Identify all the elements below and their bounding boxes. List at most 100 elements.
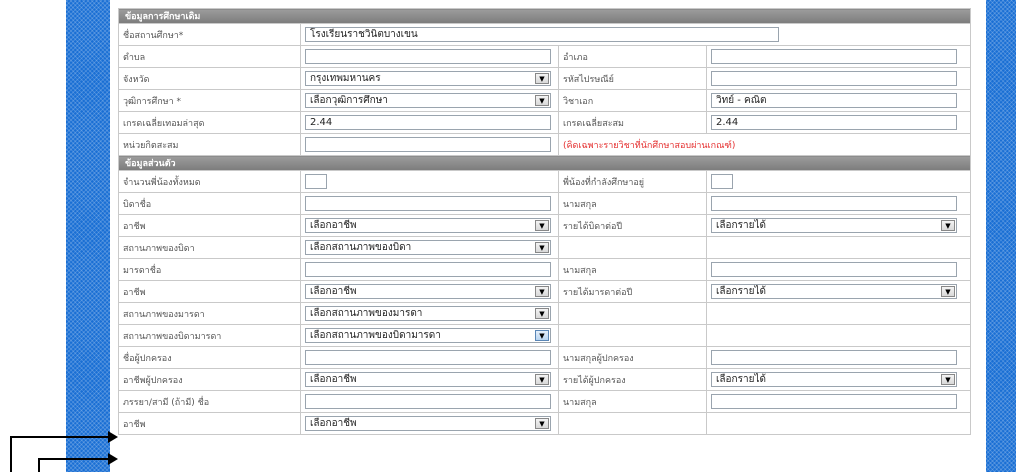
district-label: อำเภอ — [558, 45, 707, 68]
row-siblings: จำนวนพี่น้องทั้งหมด พี่น้องที่กำลังศึกษา… — [118, 170, 972, 193]
father-surname-label: นามสกุล — [558, 192, 707, 215]
school-name-input[interactable] — [305, 27, 779, 42]
father-occupation-select[interactable]: เลือกอาชีพ ▼ — [305, 218, 551, 233]
guardian-surname-label: นามสกุลผู้ปกครอง — [558, 346, 707, 369]
mother-income-select[interactable]: เลือกรายได้ ▼ — [711, 284, 957, 299]
father-occupation-select-value: เลือกอาชีพ — [310, 220, 357, 231]
father-surname-input[interactable] — [711, 196, 957, 211]
siblings-total-label: จำนวนพี่น้องทั้งหมด — [118, 170, 301, 193]
guardian-name-label: ชื่อผู้ปกครอง — [118, 346, 301, 369]
row-father-status: สถานภาพของบิดา เลือกสถานภาพของบิดา ▼ — [118, 236, 972, 259]
guardian-income-select[interactable]: เลือกรายได้ ▼ — [711, 372, 957, 387]
mother-occupation-select[interactable]: เลือกอาชีพ ▼ — [305, 284, 551, 299]
section-header-education: ข้อมูลการศึกษาเดิม — [117, 8, 972, 24]
mother-surname-label: นามสกุล — [558, 258, 707, 281]
subdistrict-label: ตำบล — [118, 45, 301, 68]
guardian-occupation-select-value: เลือกอาชีพ — [310, 374, 357, 385]
province-select[interactable]: กรุงเทพมหานคร ▼ — [305, 71, 551, 86]
mother-status-select[interactable]: เลือกสถานภาพของมารดา ▼ — [305, 306, 551, 321]
father-income-select[interactable]: เลือกรายได้ ▼ — [711, 218, 957, 233]
mother-occupation-select-value: เลือกอาชีพ — [310, 286, 357, 297]
major-input[interactable] — [711, 93, 957, 108]
parents-status-select[interactable]: เลือกสถานภาพของบิดามารดา ▼ — [305, 328, 551, 343]
siblings-total-input[interactable] — [305, 174, 327, 189]
row-mother-name: มารดาชื่อ นามสกุล — [118, 258, 972, 281]
row-father-occupation: อาชีพ เลือกอาชีพ ▼ รายได้บิดาต่อปี เลือก… — [118, 214, 972, 237]
district-input[interactable] — [711, 49, 957, 64]
credits-label: หน่วยกิตสะสม — [118, 133, 301, 156]
parents-status-label: สถานภาพของบิดามารดา — [118, 324, 301, 347]
section-title-education: ข้อมูลการศึกษาเดิม — [117, 8, 972, 24]
section-title-personal: ข้อมูลส่วนตัว — [117, 155, 972, 171]
left-side-panel — [66, 0, 110, 472]
chevron-down-icon[interactable]: ▼ — [535, 286, 549, 297]
credits-input[interactable] — [305, 137, 551, 152]
row-guardian-occupation: อาชีพผู้ปกครอง เลือกอาชีพ ▼ รายได้ผู้ปกค… — [118, 368, 972, 391]
chevron-down-icon[interactable]: ▼ — [535, 418, 549, 429]
row-mother-occupation: อาชีพ เลือกอาชีพ ▼ รายได้มารดาต่อปี เลือ… — [118, 280, 972, 303]
chevron-down-icon[interactable]: ▼ — [535, 73, 549, 84]
mother-name-label: มารดาชื่อ — [118, 258, 301, 281]
chevron-down-icon[interactable]: ▼ — [535, 242, 549, 253]
right-side-panel — [986, 0, 1016, 472]
mother-income-label: รายได้มารดาต่อปี — [558, 280, 707, 303]
mother-income-select-value: เลือกรายได้ — [716, 286, 766, 297]
postal-code-label: รหัสไปรษณีย์ — [558, 67, 707, 90]
major-label: วิชาเอก — [558, 89, 707, 112]
postal-code-input[interactable] — [711, 71, 957, 86]
chevron-down-icon[interactable]: ▼ — [535, 95, 549, 106]
chevron-down-icon[interactable]: ▼ — [535, 374, 549, 385]
mother-surname-input[interactable] — [711, 262, 957, 277]
father-occupation-label: อาชีพ — [118, 214, 301, 237]
spouse-occupation-select[interactable]: เลือกอาชีพ ▼ — [305, 416, 551, 431]
father-status-select-value: เลือกสถานภาพของบิดา — [310, 242, 412, 253]
qualification-select-value: เลือกวุฒิการศึกษา — [310, 95, 388, 106]
chevron-down-icon[interactable]: ▼ — [535, 220, 549, 231]
province-label: จังหวัด — [118, 67, 301, 90]
spouse-surname-input[interactable] — [711, 394, 957, 409]
row-province-postal: จังหวัด กรุงเทพมหานคร ▼ รหัสไปรษณีย์ — [118, 67, 972, 90]
father-name-label: บิดาชื่อ — [118, 192, 301, 215]
row-parents-status: สถานภาพของบิดามารดา เลือกสถานภาพของบิดาม… — [118, 324, 972, 347]
siblings-studying-input[interactable] — [711, 174, 733, 189]
latest-gpa-label: เกรดเฉลี่ยเทอมล่าสุด — [118, 111, 301, 134]
credits-note: (คิดเฉพาะรายวิชาที่นักศึกษาสอบผ่านเกณฑ์) — [557, 133, 972, 156]
guardian-name-input[interactable] — [305, 350, 551, 365]
mother-status-label: สถานภาพของมารดา — [118, 302, 301, 325]
guardian-occupation-select[interactable]: เลือกอาชีพ ▼ — [305, 372, 551, 387]
guardian-income-select-value: เลือกรายได้ — [716, 374, 766, 385]
row-credits: หน่วยกิตสะสม (คิดเฉพาะรายวิชาที่นักศึกษา… — [118, 133, 972, 156]
row-qualification-major: วุฒิการศึกษา * เลือกวุฒิการศึกษา ▼ วิชาเ… — [118, 89, 972, 112]
father-status-select[interactable]: เลือกสถานภาพของบิดา ▼ — [305, 240, 551, 255]
chevron-down-icon[interactable]: ▼ — [941, 286, 955, 297]
chevron-down-icon[interactable]: ▼ — [941, 374, 955, 385]
guardian-income-label: รายได้ผู้ปกครอง — [558, 368, 707, 391]
row-subdistrict-district: ตำบล อำเภอ — [118, 45, 972, 68]
row-spouse-occupation: อาชีพ เลือกอาชีพ ▼ — [118, 412, 972, 435]
section-header-personal: ข้อมูลส่วนตัว — [117, 155, 972, 171]
spouse-name-input[interactable] — [305, 394, 551, 409]
chevron-down-icon[interactable]: ▼ — [941, 220, 955, 231]
qualification-label: วุฒิการศึกษา * — [118, 89, 301, 112]
cumulative-gpa-label: เกรดเฉลี่ยสะสม — [558, 111, 707, 134]
subdistrict-input[interactable] — [305, 49, 551, 64]
guardian-surname-input[interactable] — [711, 350, 957, 365]
father-name-input[interactable] — [305, 196, 551, 211]
spouse-name-label: ภรรยา/สามี (ถ้ามี) ชื่อ — [118, 390, 301, 413]
mother-occupation-label: อาชีพ — [118, 280, 301, 303]
cumulative-gpa-input[interactable] — [711, 115, 957, 130]
mother-name-input[interactable] — [305, 262, 551, 277]
province-select-value: กรุงเทพมหานคร — [310, 73, 381, 84]
row-school-name: ชื่อสถานศึกษา* — [118, 23, 972, 46]
siblings-studying-label: พี่น้องที่กำลังศึกษาอยู่ — [558, 170, 707, 193]
father-income-label: รายได้บิดาต่อปี — [558, 214, 707, 237]
chevron-down-icon[interactable]: ▼ — [535, 330, 549, 341]
latest-gpa-input[interactable] — [305, 115, 551, 130]
row-spouse-name: ภรรยา/สามี (ถ้ามี) ชื่อ นามสกุล — [118, 390, 972, 413]
father-income-select-value: เลือกรายได้ — [716, 220, 766, 231]
parents-status-select-value: เลือกสถานภาพของบิดามารดา — [310, 330, 441, 341]
qualification-select[interactable]: เลือกวุฒิการศึกษา ▼ — [305, 93, 551, 108]
spouse-occupation-select-value: เลือกอาชีพ — [310, 418, 357, 429]
spouse-occupation-label: อาชีพ — [118, 412, 301, 435]
chevron-down-icon[interactable]: ▼ — [535, 308, 549, 319]
